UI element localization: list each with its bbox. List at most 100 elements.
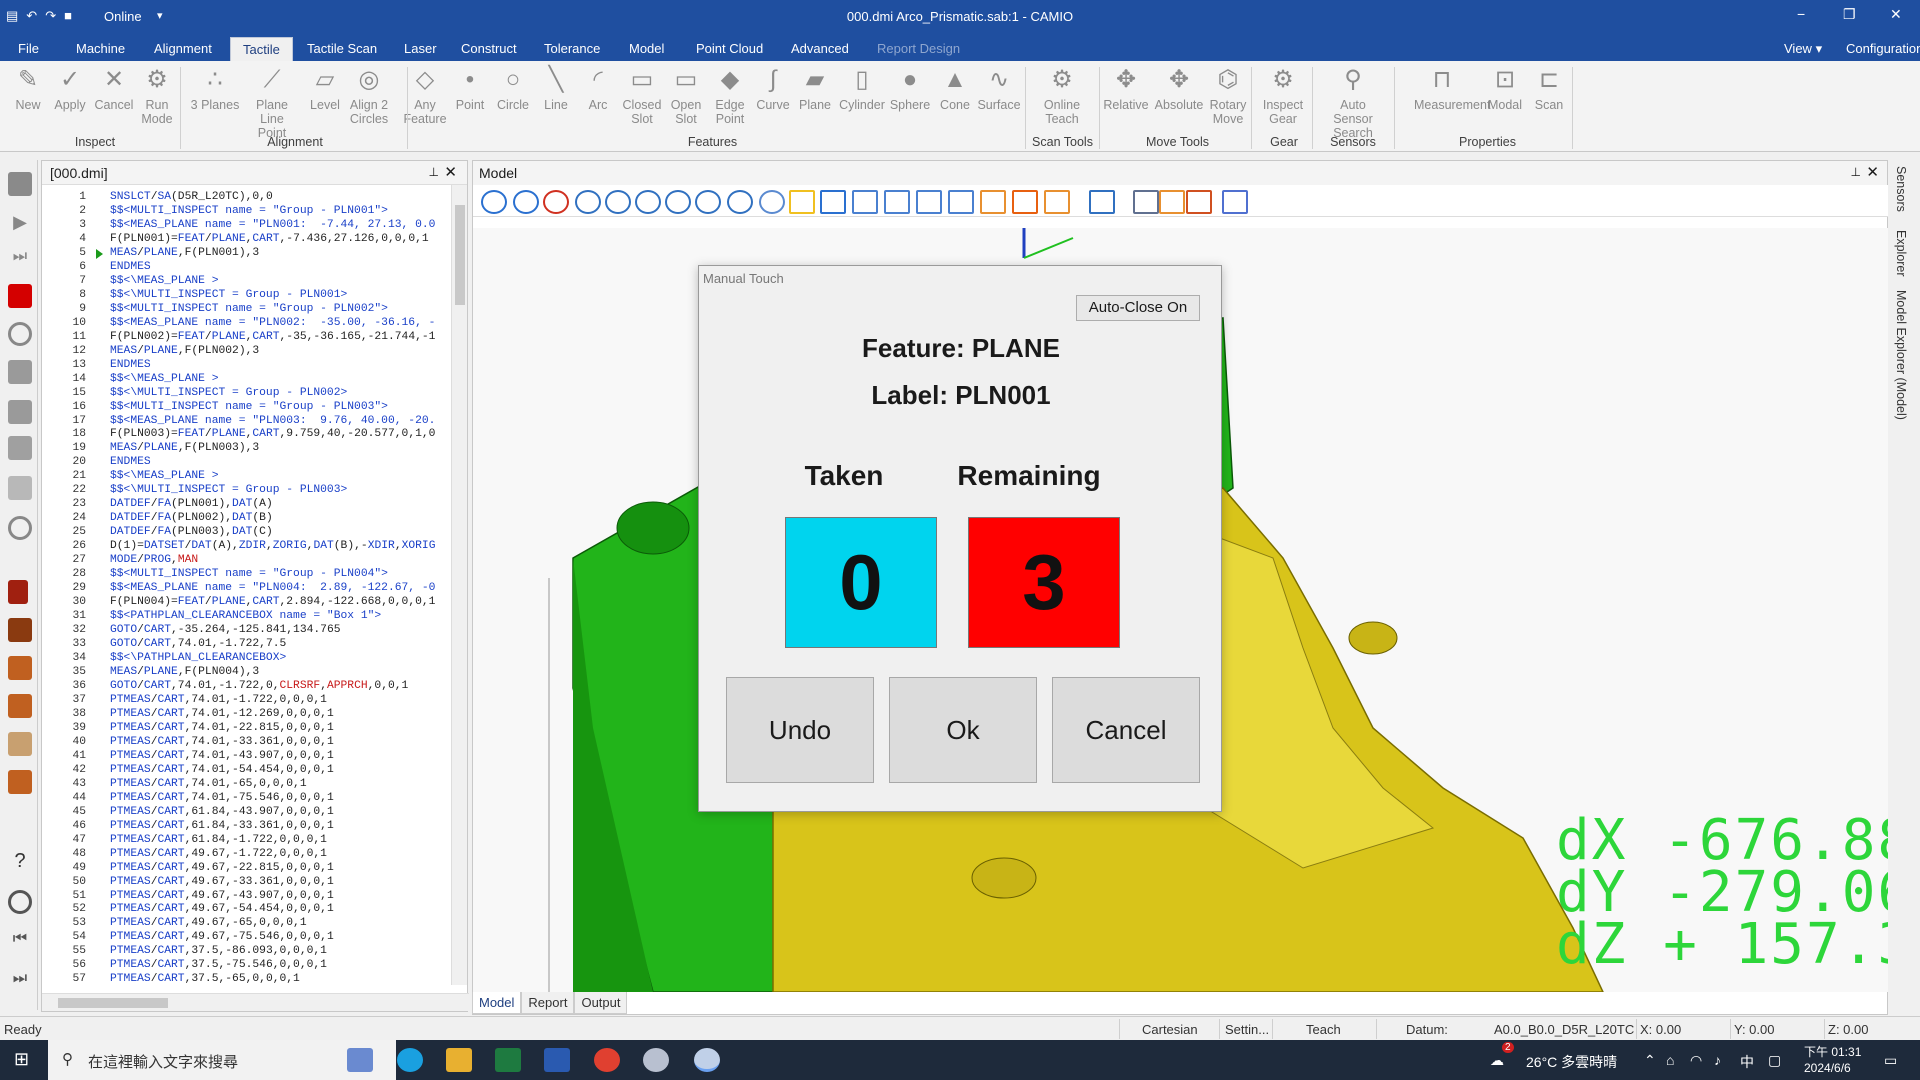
clock-date[interactable]: 2024/6/6 [1804, 1061, 1851, 1075]
code-line[interactable]: DATDEF/FA(PLN001),DAT(A) [110, 498, 273, 512]
taskbar-search[interactable]: ⚲ 在這裡輸入文字來搜尋 [48, 1040, 396, 1080]
menu-file[interactable]: File [18, 41, 39, 56]
close-window-button[interactable]: ✕ [1890, 6, 1902, 23]
code-line[interactable]: PTMEAS/CART,74.01,-65,0,0,0,1 [110, 778, 307, 792]
code-line[interactable]: PTMEAS/CART,61.84,-33.361,0,0,0,1 [110, 820, 334, 834]
code-line[interactable]: $$<\PATHPLAN_CLEARANCEBOX> [110, 652, 286, 666]
view-tool-icon-12[interactable] [852, 190, 878, 214]
cancel-button[interactable]: Cancel [1052, 677, 1200, 783]
code-line[interactable]: F(PLN003)=FEAT/PLANE,CART,9.759,40,-20.5… [110, 428, 435, 442]
code-line[interactable]: MEAS/PLANE,F(PLN001),3 [110, 247, 259, 261]
tab-tactile[interactable]: Tactile [230, 37, 293, 61]
tab-laser[interactable]: Laser [404, 41, 437, 56]
status-cartesian[interactable]: Cartesian [1142, 1022, 1198, 1037]
save-program-icon[interactable] [8, 172, 32, 196]
view-tool-icon-20[interactable] [1133, 190, 1159, 214]
view-tool-icon-3[interactable] [575, 190, 601, 214]
chrome-icon[interactable] [594, 1048, 620, 1072]
rotate-icon[interactable] [8, 890, 32, 914]
edit-program-icon[interactable] [8, 400, 32, 424]
clock-time[interactable]: 下午 01:31 [1804, 1043, 1861, 1060]
view-tool-icon-22[interactable] [1186, 190, 1212, 214]
gauge-active-icon[interactable] [8, 732, 32, 756]
code-line[interactable]: $$<\MULTI_INSPECT = Group - PLN002> [110, 387, 347, 401]
code-line[interactable]: $$<MULTI_INSPECT name = "Group - PLN001"… [110, 205, 388, 219]
tab-tactile-scan[interactable]: Tactile Scan [307, 41, 377, 56]
transform-icon[interactable] [8, 436, 32, 460]
view-tool-icon-4[interactable] [605, 190, 631, 214]
tab-model[interactable]: Model [629, 41, 664, 56]
code-line[interactable]: $$<\MEAS_PLANE > [110, 470, 218, 484]
view-tool-icon-16[interactable] [980, 190, 1006, 214]
link-icon[interactable] [8, 476, 32, 500]
weather-icon[interactable]: ☁ [1490, 1052, 1504, 1069]
tab-output[interactable]: Output [574, 992, 628, 1014]
restore-button[interactable]: ❐ [1843, 6, 1856, 23]
ribbon-button-3[interactable]: ⚙ Run Mode [129, 65, 185, 126]
menu-configuration[interactable]: Configuration ▾ [1846, 41, 1920, 57]
view-tool-icon-6[interactable] [665, 190, 691, 214]
code-line[interactable]: PTMEAS/CART,37.5,-86.093,0,0,0,1 [110, 945, 327, 959]
code-line[interactable]: SNSLCT/SA(D5R_L20TC),0,0 [110, 191, 273, 205]
view-tool-icon-21[interactable] [1159, 190, 1185, 214]
dock-explorer[interactable]: Explorer [1894, 230, 1908, 277]
view-tool-icon-5[interactable] [635, 190, 661, 214]
code-line[interactable]: $$<MULTI_INSPECT name = "Group - PLN002"… [110, 303, 388, 317]
code-line[interactable]: $$<MEAS_PLANE name = "PLN001: -7.44, 27.… [110, 219, 435, 233]
code-line[interactable]: PTMEAS/CART,74.01,-1.722,0,0,0,1 [110, 694, 327, 708]
code-line[interactable]: $$<\MEAS_PLANE > [110, 275, 218, 289]
code-line[interactable]: PTMEAS/CART,49.67,-22.815,0,0,0,1 [110, 862, 334, 876]
skip-forward-icon[interactable]: ⏭ [8, 970, 32, 994]
task-view-icon[interactable] [347, 1048, 373, 1072]
windows-start-icon[interactable]: ⊞ [14, 1049, 29, 1070]
dock-sensors[interactable]: Sensors [1894, 166, 1908, 212]
code-line[interactable]: ENDMES [110, 261, 151, 275]
code-line[interactable]: DATDEF/FA(PLN002),DAT(B) [110, 512, 273, 526]
weather-text[interactable]: 26°C 多雲時晴 [1526, 1052, 1617, 1072]
code-line[interactable]: PTMEAS/CART,49.67,-1.722,0,0,0,1 [110, 848, 327, 862]
notification-icon[interactable]: ▭ [1884, 1052, 1897, 1069]
code-line[interactable]: ENDMES [110, 456, 151, 470]
tab-construct[interactable]: Construct [461, 41, 517, 56]
gauge-icon[interactable] [8, 656, 32, 680]
pin-icon[interactable]: ⊥ [429, 165, 439, 179]
code-line[interactable]: DATDEF/FA(PLN003),DAT(C) [110, 526, 273, 540]
code-line[interactable]: $$<MULTI_INSPECT name = "Group - PLN003"… [110, 401, 388, 415]
tray-volume-icon[interactable]: ♪ [1714, 1052, 1721, 1068]
scroll-thumb[interactable] [455, 205, 465, 305]
probe-bank-icon[interactable] [8, 618, 32, 642]
status-teach[interactable]: Teach [1306, 1022, 1341, 1037]
view-tool-icon-13[interactable] [884, 190, 910, 214]
app-icon[interactable] [643, 1048, 669, 1072]
code-line[interactable]: $$<MEAS_PLANE name = "PLN004: 2.89, -122… [110, 582, 435, 596]
probe-red-icon[interactable] [8, 580, 28, 604]
ok-button[interactable]: Ok [889, 677, 1037, 783]
undo-button[interactable]: Undo [726, 677, 874, 783]
word-icon[interactable] [544, 1048, 570, 1072]
ribbon-button-25[interactable]: ⌬ Rotary Move [1200, 65, 1256, 126]
code-line[interactable]: $$<PATHPLAN_CLEARANCEBOX name = "Box 1"> [110, 610, 381, 624]
view-tool-icon-9[interactable] [759, 190, 785, 214]
pin-icon[interactable]: ⊥ [1851, 165, 1861, 179]
code-line[interactable]: $$<\MULTI_INSPECT = Group - PLN001> [110, 289, 347, 303]
view-tool-icon-15[interactable] [948, 190, 974, 214]
horizontal-scrollbar[interactable] [42, 993, 469, 1011]
code-line[interactable]: PTMEAS/CART,49.67,-33.361,0,0,0,1 [110, 876, 334, 890]
menu-view[interactable]: View ▾ [1784, 41, 1822, 57]
code-line[interactable]: GOTO/CART,-35.264,-125.841,134.765 [110, 624, 341, 638]
view-tool-icon-23[interactable] [1222, 190, 1248, 214]
camio-icon[interactable] [694, 1048, 720, 1072]
view-tool-icon-2[interactable] [543, 190, 569, 214]
code-line[interactable]: F(PLN002)=FEAT/PLANE,CART,-35,-36.165,-2… [110, 331, 435, 345]
view-tool-icon-10[interactable] [789, 190, 815, 214]
code-line[interactable]: GOTO/CART,74.01,-1.722,0,CLRSRF,APPRCH,0… [110, 680, 408, 694]
view-tool-icon-1[interactable] [513, 190, 539, 214]
tab-advanced[interactable]: Advanced [791, 41, 849, 56]
vertical-scrollbar[interactable] [451, 185, 467, 985]
code-area[interactable]: 1 SNSLCT/SA(D5R_L20TC),0,0 2 $$<MULTI_INSPE… [42, 191, 447, 991]
code-line[interactable]: PTMEAS/CART,49.67,-43.907,0,0,0,1 [110, 890, 334, 904]
status-settings[interactable]: Settin... [1225, 1022, 1269, 1037]
ribbon-button-7[interactable]: ◎ Align 2 Circles [341, 65, 397, 126]
help-icon[interactable]: ? [8, 850, 32, 874]
tab-point-cloud[interactable]: Point Cloud [696, 41, 763, 56]
